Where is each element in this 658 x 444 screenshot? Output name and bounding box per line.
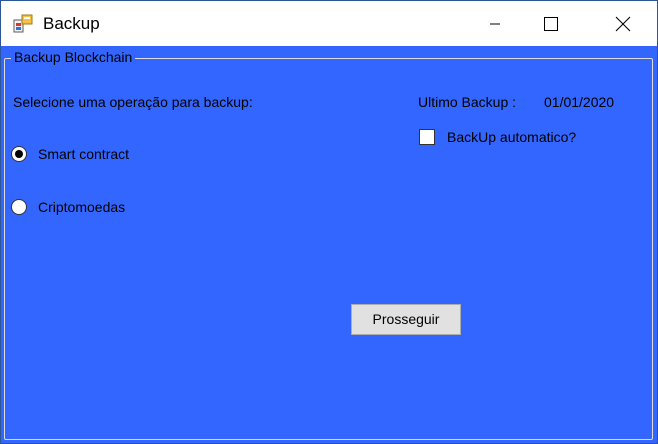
smart-contract-radio[interactable] xyxy=(11,146,27,162)
operation-prompt-label: Selecione uma operação para backup: xyxy=(13,94,253,110)
minimize-button[interactable] xyxy=(472,1,518,46)
minimize-icon xyxy=(490,23,500,25)
backup-blockchain-groupbox xyxy=(4,58,653,440)
smart-contract-label[interactable]: Smart contract xyxy=(38,146,129,163)
radio-selected-dot xyxy=(15,150,23,158)
criptomoedas-radio[interactable] xyxy=(11,199,27,215)
backup-app-icon xyxy=(13,14,33,33)
maximize-icon xyxy=(544,17,558,31)
groupbox-title: Backup Blockchain xyxy=(11,49,136,66)
form-client-area: Backup Blockchain Selecione uma operação… xyxy=(1,46,657,443)
criptomoedas-label[interactable]: Criptomoedas xyxy=(38,199,125,216)
title-bar[interactable]: Backup xyxy=(1,1,657,46)
close-icon xyxy=(615,16,631,32)
proceed-button[interactable]: Prosseguir xyxy=(351,304,461,335)
auto-backup-label[interactable]: BackUp automatico? xyxy=(447,129,576,146)
last-backup-label: Ultimo Backup : xyxy=(418,94,517,110)
backup-window: Backup Backup Blockchain Selecione uma o… xyxy=(0,0,658,444)
window-title: Backup xyxy=(43,14,100,33)
last-backup-date: 01/01/2020 xyxy=(544,94,615,110)
close-button[interactable] xyxy=(600,1,646,46)
maximize-button[interactable] xyxy=(528,1,574,46)
auto-backup-checkbox[interactable] xyxy=(419,129,435,145)
